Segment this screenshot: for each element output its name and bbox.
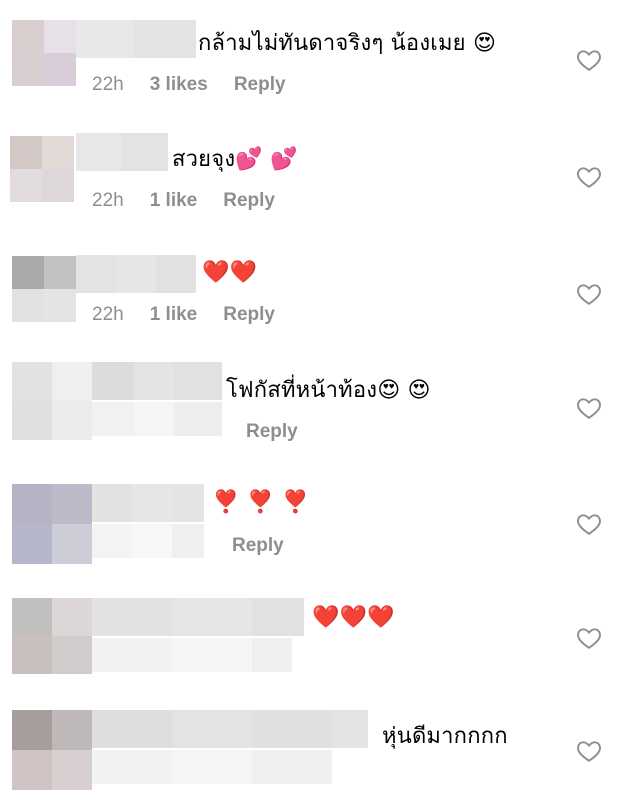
text-blurred <box>92 638 292 672</box>
emoji: 😍 😍 <box>377 378 431 403</box>
emoji: 💕 💕 <box>235 147 298 172</box>
comment-text: โฟกัสที่หน้าท้อง😍 😍 <box>226 376 431 406</box>
emoji: ❣️ ❣️ ❣️ <box>212 490 310 515</box>
text-blurred <box>92 524 204 558</box>
username-blurred[interactable] <box>76 20 196 58</box>
comment-text: ❣️ ❣️ ❣️ <box>212 488 309 518</box>
comment-text: กล้ามไม่ทันดาจริงๆ น้องเมย 😍 <box>198 29 496 59</box>
avatar[interactable] <box>10 136 74 202</box>
heart-outline-icon[interactable] <box>576 281 602 307</box>
emoji: ❤️❤️❤️ <box>312 605 395 630</box>
username-blurred[interactable] <box>76 255 196 293</box>
reply-button[interactable]: Reply <box>234 74 286 95</box>
comment-meta: 22h 1 like Reply <box>92 304 275 326</box>
heart-outline-icon[interactable] <box>576 511 602 537</box>
heart-outline-icon[interactable] <box>576 738 602 764</box>
emoji: ❤️❤️ <box>202 260 258 285</box>
reply-button[interactable]: Reply <box>232 535 284 556</box>
username-blurred[interactable] <box>92 598 304 636</box>
timestamp: 22h <box>92 190 124 211</box>
likes-count[interactable]: 3 likes <box>150 74 208 95</box>
comment-text: ❤️❤️❤️ <box>312 603 395 633</box>
comment-text: สวยจุง💕 💕 <box>172 145 298 175</box>
avatar[interactable] <box>12 710 92 790</box>
text-blurred <box>92 750 332 784</box>
username-blurred[interactable] <box>92 484 204 522</box>
reply-button[interactable]: Reply <box>223 304 275 325</box>
username-blurred[interactable] <box>76 133 168 171</box>
comment-meta: Reply <box>232 535 284 557</box>
text-blurred <box>92 402 222 436</box>
emoji: 😍 <box>472 31 497 56</box>
heart-outline-icon[interactable] <box>576 625 602 651</box>
likes-count[interactable]: 1 like <box>150 190 198 211</box>
comment-text: ❤️❤️ <box>202 258 257 288</box>
comment-meta: 22h 1 like Reply <box>92 190 275 212</box>
comment-meta: 22h 3 likes Reply <box>92 74 286 96</box>
username-blurred[interactable] <box>92 362 222 400</box>
likes-count[interactable]: 1 like <box>150 304 198 325</box>
avatar[interactable] <box>12 256 76 322</box>
heart-outline-icon[interactable] <box>576 164 602 190</box>
username-blurred[interactable] <box>92 710 368 748</box>
avatar[interactable] <box>12 598 92 674</box>
avatar[interactable] <box>12 20 76 86</box>
reply-button[interactable]: Reply <box>246 421 298 442</box>
comment-text: หุ่นดีมากกกก <box>382 724 508 749</box>
timestamp: 22h <box>92 74 124 95</box>
timestamp: 22h <box>92 304 124 325</box>
avatar[interactable] <box>12 484 92 564</box>
heart-outline-icon[interactable] <box>576 47 602 73</box>
reply-button[interactable]: Reply <box>223 190 275 211</box>
comment-meta: Reply <box>246 421 298 443</box>
avatar[interactable] <box>12 362 92 440</box>
heart-outline-icon[interactable] <box>576 395 602 421</box>
